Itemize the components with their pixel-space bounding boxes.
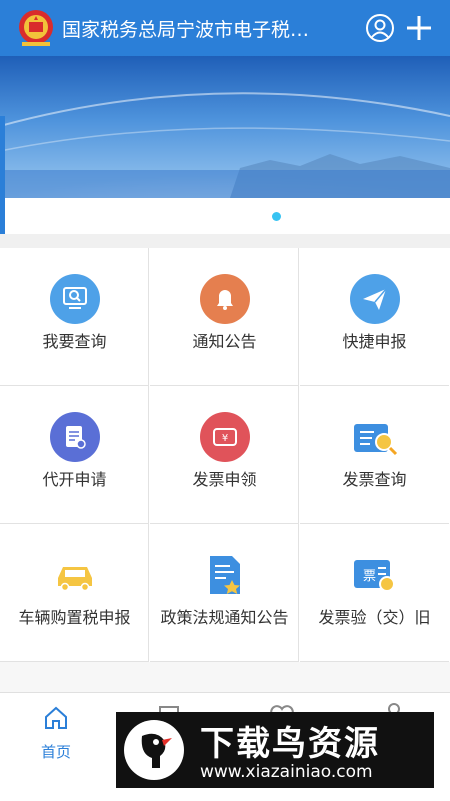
car-icon [58,567,92,592]
app-header: 国家税务总局宁波市电子税… [0,0,450,56]
banner-carousel[interactable] [0,56,450,234]
menu-label: 政策法规通知公告 [160,608,289,627]
section-divider [0,234,450,248]
menu-quick-declare[interactable]: 快捷申报 [300,248,449,386]
menu-label: 发票查询 [342,470,407,489]
tab-home[interactable]: 首页 [0,693,112,801]
invoice-verify-icon: 票 [354,560,395,592]
banner-image [0,56,450,234]
document-edit-icon [50,412,100,462]
menu-invoice-apply[interactable]: ¥ 发票申领 [150,386,299,524]
menu-label: 通知公告 [192,332,257,351]
menu-label: 代开申请 [42,470,107,489]
menu-policy[interactable]: 政策法规通知公告 [150,524,299,662]
menu-label: 我要查询 [42,332,107,351]
ticket-icon: ¥ [200,412,250,462]
tab-label: 首页 [40,743,71,761]
menu-invoice-verify[interactable]: 票 发票验（交）旧 [300,524,449,662]
service-grid: 我要查询 通知公告 快捷申报 代开申请 ¥ 发票申领 发票查询 车辆购置税申报 … [0,248,450,662]
menu-label: 车辆购置税申报 [18,608,131,627]
menu-agent-invoice[interactable]: 代开申请 [0,386,149,524]
add-icon[interactable] [403,12,435,44]
invoice-search-icon [354,424,398,456]
bird-logo-icon [124,720,184,780]
menu-query[interactable]: 我要查询 [0,248,149,386]
menu-label: 发票验（交）旧 [318,608,431,627]
paper-plane-icon [350,274,400,324]
watermark-title: 下载鸟资源 [200,724,380,764]
menu-label: 快捷申报 [342,332,407,351]
menu-vehicle-tax[interactable]: 车辆购置税申报 [0,524,149,662]
svg-text:¥: ¥ [222,433,228,444]
bell-icon [200,274,250,324]
carousel-indicator-dot[interactable] [272,212,281,221]
page-title: 国家税务总局宁波市电子税… [62,18,310,41]
search-monitor-icon [50,274,100,324]
policy-document-icon [210,556,240,594]
home-icon [45,706,67,729]
watermark-banner: 下载鸟资源 www.xiazainiao.com [116,712,434,788]
menu-notice[interactable]: 通知公告 [150,248,299,386]
svg-text:票: 票 [363,569,376,584]
menu-invoice-query[interactable]: 发票查询 [300,386,449,524]
tax-emblem-icon [19,10,53,46]
grid-bottom-strip [0,662,450,692]
menu-label: 发票申领 [192,470,257,489]
watermark-url: www.xiazainiao.com [200,762,373,782]
user-profile-icon[interactable] [364,12,396,44]
